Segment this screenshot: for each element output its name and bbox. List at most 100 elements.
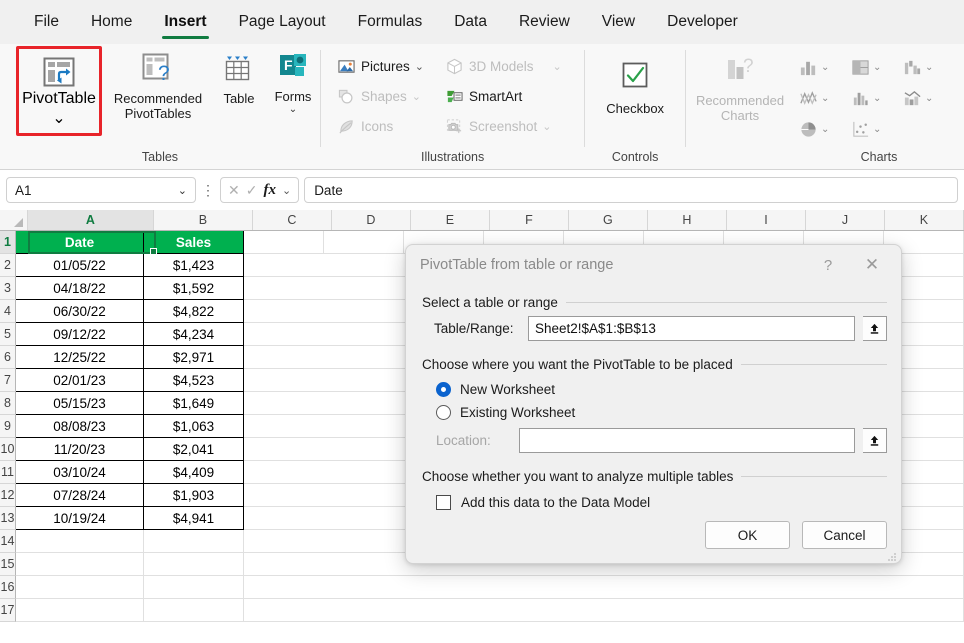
cell-b9[interactable]: $1,063 xyxy=(144,415,244,438)
row-header-15[interactable]: 15 xyxy=(0,553,16,576)
screenshot-button[interactable]: Screenshot ⌄ xyxy=(439,112,573,140)
row-header-5[interactable]: 5 xyxy=(0,323,16,346)
cell-b11[interactable]: $4,409 xyxy=(144,461,244,484)
waterfall-chart-button[interactable]: ⌄ xyxy=(898,52,950,83)
column-chart-chevron-down-icon[interactable]: ⌄ xyxy=(821,62,829,73)
ribbon-tab-review[interactable]: Review xyxy=(503,3,586,42)
name-box[interactable]: A1 ⌄ xyxy=(6,177,196,203)
cell-b16[interactable] xyxy=(144,576,244,599)
cell-a7[interactable]: 02/01/23 xyxy=(16,369,144,392)
shapes-chevron-down-icon[interactable]: ⌄ xyxy=(412,90,421,103)
cancel-button[interactable]: Cancel xyxy=(802,521,887,549)
row-header-13[interactable]: 13 xyxy=(0,507,16,530)
cell-b1[interactable]: Sales xyxy=(144,231,244,254)
column-header-h[interactable]: H xyxy=(648,210,727,230)
cell-b12[interactable]: $1,903 xyxy=(144,484,244,507)
select-all-corner[interactable] xyxy=(0,210,28,230)
pictures-button[interactable]: Pictures ⌄ xyxy=(331,52,439,80)
hierarchy-chart-button[interactable]: ⌄ xyxy=(846,52,898,83)
row-header-1[interactable]: 1 xyxy=(0,231,16,254)
cell-a15[interactable] xyxy=(16,553,144,576)
cell-b14[interactable] xyxy=(144,530,244,553)
column-header-e[interactable]: E xyxy=(411,210,490,230)
cell-b4[interactable]: $4,822 xyxy=(144,300,244,323)
ribbon-tab-formulas[interactable]: Formulas xyxy=(342,3,439,42)
row-header-17[interactable]: 17 xyxy=(0,599,16,622)
line-chart-chevron-down-icon[interactable]: ⌄ xyxy=(821,93,829,104)
row-header-10[interactable]: 10 xyxy=(0,438,16,461)
cell-a11[interactable]: 03/10/24 xyxy=(16,461,144,484)
cell-b17[interactable] xyxy=(144,599,244,622)
scatter-chart-chevron-down-icon[interactable]: ⌄ xyxy=(873,124,881,135)
recommended-pivottables-button[interactable]: ? Recommended PivotTables xyxy=(104,44,212,121)
cell-a17[interactable] xyxy=(16,599,144,622)
pie-chart-button[interactable]: ⌄ xyxy=(794,114,846,145)
ribbon-tab-developer[interactable]: Developer xyxy=(651,3,754,42)
ribbon-tab-file[interactable]: File xyxy=(18,3,75,42)
waterfall-chart-chevron-down-icon[interactable]: ⌄ xyxy=(925,62,933,73)
cell-a4[interactable]: 06/30/22 xyxy=(16,300,144,323)
shapes-button[interactable]: Shapes ⌄ xyxy=(331,82,439,110)
row-header-2[interactable]: 2 xyxy=(0,254,16,277)
new-worksheet-radio[interactable] xyxy=(436,382,451,397)
cell-rest-17[interactable] xyxy=(244,599,964,622)
icons-button[interactable]: Icons xyxy=(331,112,439,140)
fx-chevron-down-icon[interactable]: ⌄ xyxy=(282,184,291,197)
ribbon-tab-data[interactable]: Data xyxy=(438,3,503,42)
hierarchy-chart-chevron-down-icon[interactable]: ⌄ xyxy=(873,62,881,73)
smartart-button[interactable]: SmartArt xyxy=(439,82,573,110)
column-header-j[interactable]: J xyxy=(806,210,885,230)
range-picker-icon[interactable] xyxy=(863,316,887,341)
cell-a2[interactable]: 01/05/22 xyxy=(16,254,144,277)
cell-b15[interactable] xyxy=(144,553,244,576)
cell-d1[interactable] xyxy=(324,231,404,254)
cell-rest-16[interactable] xyxy=(244,576,964,599)
cell-a13[interactable]: 10/19/24 xyxy=(16,507,144,530)
cell-a10[interactable]: 11/20/23 xyxy=(16,438,144,461)
data-model-option[interactable]: Add this data to the Data Model xyxy=(420,490,887,510)
cell-a6[interactable]: 12/25/22 xyxy=(16,346,144,369)
ribbon-tab-insert[interactable]: Insert xyxy=(148,3,222,42)
close-icon[interactable]: ✕ xyxy=(857,251,887,279)
cell-b2[interactable]: $1,423 xyxy=(144,254,244,277)
column-header-k[interactable]: K xyxy=(885,210,964,230)
forms-chevron-down-icon[interactable]: ⌄ xyxy=(289,105,297,115)
cell-a14[interactable] xyxy=(16,530,144,553)
checkbox-control-button[interactable]: Checkbox xyxy=(589,44,681,116)
existing-worksheet-radio[interactable] xyxy=(436,405,451,420)
forms-button[interactable]: F Forms ⌄ xyxy=(266,44,320,115)
row-header-16[interactable]: 16 xyxy=(0,576,16,599)
3d-models-chevron-down-icon[interactable]: ⌄ xyxy=(553,60,562,73)
cell-a8[interactable]: 05/15/23 xyxy=(16,392,144,415)
data-model-checkbox[interactable] xyxy=(436,495,451,510)
location-picker-icon[interactable] xyxy=(863,428,887,453)
column-chart-button[interactable]: ⌄ xyxy=(794,52,846,83)
cell-a12[interactable]: 07/28/24 xyxy=(16,484,144,507)
cell-b3[interactable]: $1,592 xyxy=(144,277,244,300)
pie-chart-chevron-down-icon[interactable]: ⌄ xyxy=(821,124,829,135)
cell-a5[interactable]: 09/12/22 xyxy=(16,323,144,346)
column-header-g[interactable]: G xyxy=(569,210,648,230)
row-header-11[interactable]: 11 xyxy=(0,461,16,484)
resize-grip-icon[interactable] xyxy=(887,549,897,561)
pictures-chevron-down-icon[interactable]: ⌄ xyxy=(415,60,424,73)
new-worksheet-option[interactable]: New Worksheet xyxy=(420,378,887,401)
recommended-charts-button[interactable]: ? Recommended Charts xyxy=(686,44,794,123)
pivottable-chevron-down-icon[interactable]: ⌄ xyxy=(52,108,65,128)
fx-icon[interactable]: fx xyxy=(263,182,276,199)
row-header-7[interactable]: 7 xyxy=(0,369,16,392)
row-header-6[interactable]: 6 xyxy=(0,346,16,369)
row-header-14[interactable]: 14 xyxy=(0,530,16,553)
scatter-chart-button[interactable]: ⌄ xyxy=(846,114,898,145)
cell-c1[interactable] xyxy=(244,231,324,254)
row-header-12[interactable]: 12 xyxy=(0,484,16,507)
ribbon-tab-home[interactable]: Home xyxy=(75,3,148,42)
column-header-f[interactable]: F xyxy=(490,210,569,230)
row-header-9[interactable]: 9 xyxy=(0,415,16,438)
table-button[interactable]: Table xyxy=(212,44,266,106)
enter-icon[interactable]: ✓ xyxy=(246,182,258,199)
cell-b13[interactable]: $4,941 xyxy=(144,507,244,530)
cell-a16[interactable] xyxy=(16,576,144,599)
name-box-chevron-down-icon[interactable]: ⌄ xyxy=(178,184,187,197)
cell-b8[interactable]: $1,649 xyxy=(144,392,244,415)
